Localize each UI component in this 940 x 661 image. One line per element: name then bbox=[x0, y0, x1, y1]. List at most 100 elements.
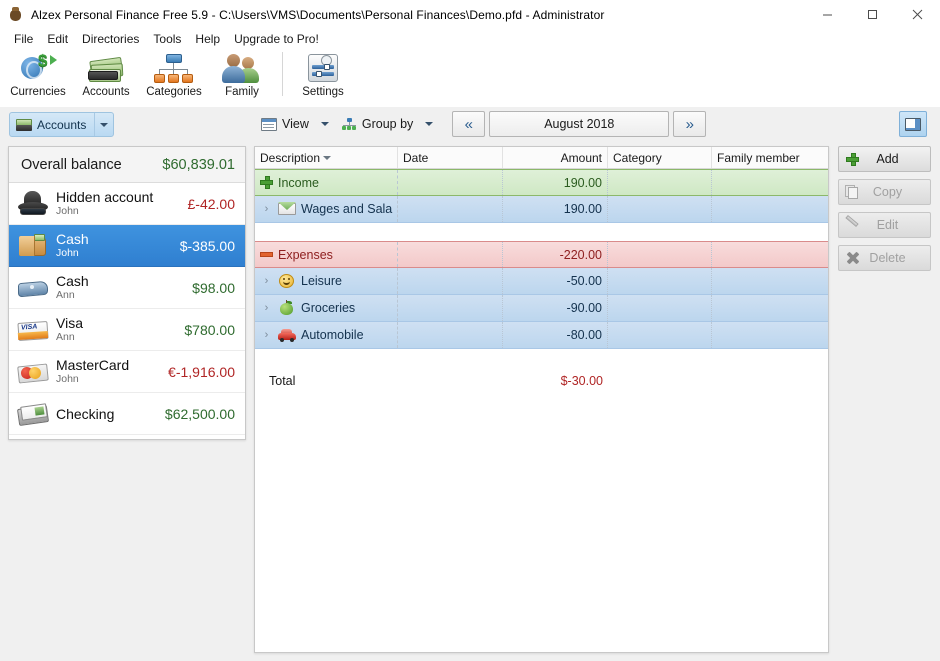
chevron-right-double-icon: » bbox=[685, 115, 694, 133]
ribbon-button-accounts[interactable]: Accounts bbox=[72, 49, 140, 105]
app-icon bbox=[8, 6, 24, 23]
account-owner: John bbox=[56, 204, 79, 217]
account-name: Hidden account bbox=[56, 188, 154, 205]
transactions-grid: Description Date Amount Category Family … bbox=[254, 146, 829, 653]
table-row[interactable]: Expenses -220.00 bbox=[255, 241, 828, 268]
column-header-amount[interactable]: Amount bbox=[503, 147, 608, 168]
grid-total-row: Total $-30.00 bbox=[255, 366, 828, 396]
accounts-dropdown-main[interactable]: Accounts bbox=[10, 113, 94, 136]
chevron-down-icon bbox=[320, 122, 329, 126]
table-row[interactable]: › Groceries -90.00 bbox=[255, 295, 828, 322]
expand-row-icon[interactable]: › bbox=[260, 275, 273, 287]
accounts-dropdown-button[interactable]: Accounts bbox=[9, 112, 115, 137]
row-description-cell: › Wages and Sala bbox=[255, 196, 398, 222]
table-row[interactable]: › Wages and Sala 190.00 bbox=[255, 196, 828, 223]
maximize-icon[interactable] bbox=[850, 0, 895, 29]
currencies-icon bbox=[17, 51, 59, 85]
checkbook-icon bbox=[16, 399, 50, 429]
menu-item-file[interactable]: File bbox=[7, 30, 40, 48]
account-row-visa[interactable]: VISA Visa Ann $780.00 bbox=[9, 309, 245, 351]
expand-row-icon[interactable]: › bbox=[260, 329, 273, 341]
group-spacer bbox=[255, 232, 828, 241]
ribbon-button-family[interactable]: Family bbox=[208, 49, 276, 105]
window-title: Alzex Personal Finance Free 5.9 - C:\Use… bbox=[31, 7, 605, 22]
column-header-family-member[interactable]: Family member bbox=[712, 147, 828, 168]
ribbon-label-accounts: Accounts bbox=[82, 86, 130, 98]
categories-icon bbox=[153, 51, 195, 85]
row-family-cell bbox=[712, 170, 828, 195]
row-description-cell: › Groceries bbox=[255, 295, 398, 321]
row-category-cell bbox=[608, 170, 712, 195]
table-row[interactable]: › Leisure -50.00 bbox=[255, 268, 828, 295]
row-description: Wages and Sala bbox=[301, 202, 393, 216]
panel-layout-toggle-button[interactable] bbox=[899, 111, 927, 137]
ribbon-button-categories[interactable]: Categories bbox=[140, 49, 208, 105]
minus-icon bbox=[260, 248, 273, 261]
accounts-small-icon bbox=[16, 118, 32, 132]
next-period-button[interactable]: » bbox=[673, 111, 707, 137]
column-label: Description bbox=[260, 150, 321, 165]
ribbon-separator bbox=[282, 52, 283, 96]
accounts-icon bbox=[85, 51, 127, 85]
add-button[interactable]: Add bbox=[838, 146, 931, 172]
ribbon-button-currencies[interactable]: Currencies bbox=[4, 49, 72, 105]
close-icon[interactable] bbox=[895, 0, 940, 29]
account-name: Checking bbox=[56, 405, 115, 422]
row-amount-cell: -80.00 bbox=[503, 322, 608, 348]
pencil-icon bbox=[839, 214, 865, 232]
copy-button[interactable]: Copy bbox=[838, 179, 931, 205]
edit-button[interactable]: Edit bbox=[838, 212, 931, 238]
menu-item-help[interactable]: Help bbox=[188, 30, 227, 48]
row-category-cell bbox=[608, 322, 712, 348]
hat-glasses-icon bbox=[17, 189, 49, 219]
account-balance: £-42.00 bbox=[187, 195, 235, 212]
row-date-cell bbox=[398, 295, 503, 321]
ribbon-button-settings[interactable]: Settings bbox=[289, 49, 357, 105]
view-dropdown-arrow[interactable] bbox=[314, 111, 336, 137]
minimize-icon[interactable] bbox=[805, 0, 850, 29]
account-row-checking[interactable]: Checking $62,500.00 bbox=[9, 393, 245, 435]
table-row[interactable]: Income 190.00 bbox=[255, 169, 828, 196]
action-button-panel: Add Copy Edit Delete bbox=[838, 146, 931, 278]
delete-button[interactable]: Delete bbox=[838, 245, 931, 271]
account-row-cash-ann[interactable]: Cash Ann $98.00 bbox=[9, 267, 245, 309]
group-by-dropdown-arrow[interactable] bbox=[418, 111, 440, 137]
menu-item-edit[interactable]: Edit bbox=[40, 30, 75, 48]
group-spacer bbox=[255, 223, 828, 232]
period-display[interactable]: August 2018 bbox=[489, 111, 670, 137]
row-category-cell bbox=[608, 295, 712, 321]
row-category-cell bbox=[608, 196, 712, 222]
edit-button-label: Edit bbox=[876, 218, 899, 232]
menu-item-upgrade-to-pro[interactable]: Upgrade to Pro! bbox=[227, 30, 326, 48]
menu-item-tools[interactable]: Tools bbox=[146, 30, 188, 48]
accounts-dropdown-arrow[interactable] bbox=[94, 113, 113, 136]
account-row-hidden-account[interactable]: Hidden account John £-42.00 bbox=[9, 183, 245, 225]
column-header-description[interactable]: Description bbox=[255, 147, 398, 168]
account-row-mastercard[interactable]: MasterCard John €-1,916.00 bbox=[9, 351, 245, 393]
plus-icon bbox=[260, 176, 273, 189]
expand-row-icon[interactable]: › bbox=[260, 203, 273, 215]
table-row[interactable]: › Automobile -80.00 bbox=[255, 322, 828, 349]
account-balance: $62,500.00 bbox=[164, 405, 235, 422]
row-description-cell: Income bbox=[255, 170, 398, 195]
account-owner: Ann bbox=[56, 330, 75, 343]
view-button[interactable]: View bbox=[256, 111, 314, 137]
copy-icon bbox=[839, 185, 865, 199]
menu-item-directories[interactable]: Directories bbox=[75, 30, 146, 48]
expand-row-icon[interactable]: › bbox=[260, 302, 273, 314]
column-header-date[interactable]: Date bbox=[398, 147, 503, 168]
account-balance: $780.00 bbox=[184, 321, 235, 338]
previous-period-button[interactable]: « bbox=[452, 111, 486, 137]
column-header-category[interactable]: Category bbox=[608, 147, 712, 168]
car-icon bbox=[278, 327, 296, 343]
group-by-button[interactable]: Group by bbox=[336, 111, 418, 137]
panel-layout-icon bbox=[905, 117, 921, 131]
account-owner: John bbox=[56, 246, 79, 259]
row-category-cell bbox=[608, 268, 712, 294]
grid-toolbar: View Group by « August 2018 » bbox=[256, 110, 707, 138]
sort-descending-icon bbox=[323, 155, 332, 160]
chevron-down-icon bbox=[425, 122, 434, 126]
row-category-cell bbox=[608, 242, 712, 267]
chevron-left-double-icon: « bbox=[464, 115, 473, 133]
account-row-cash-john[interactable]: Cash John $-385.00 bbox=[9, 225, 245, 267]
